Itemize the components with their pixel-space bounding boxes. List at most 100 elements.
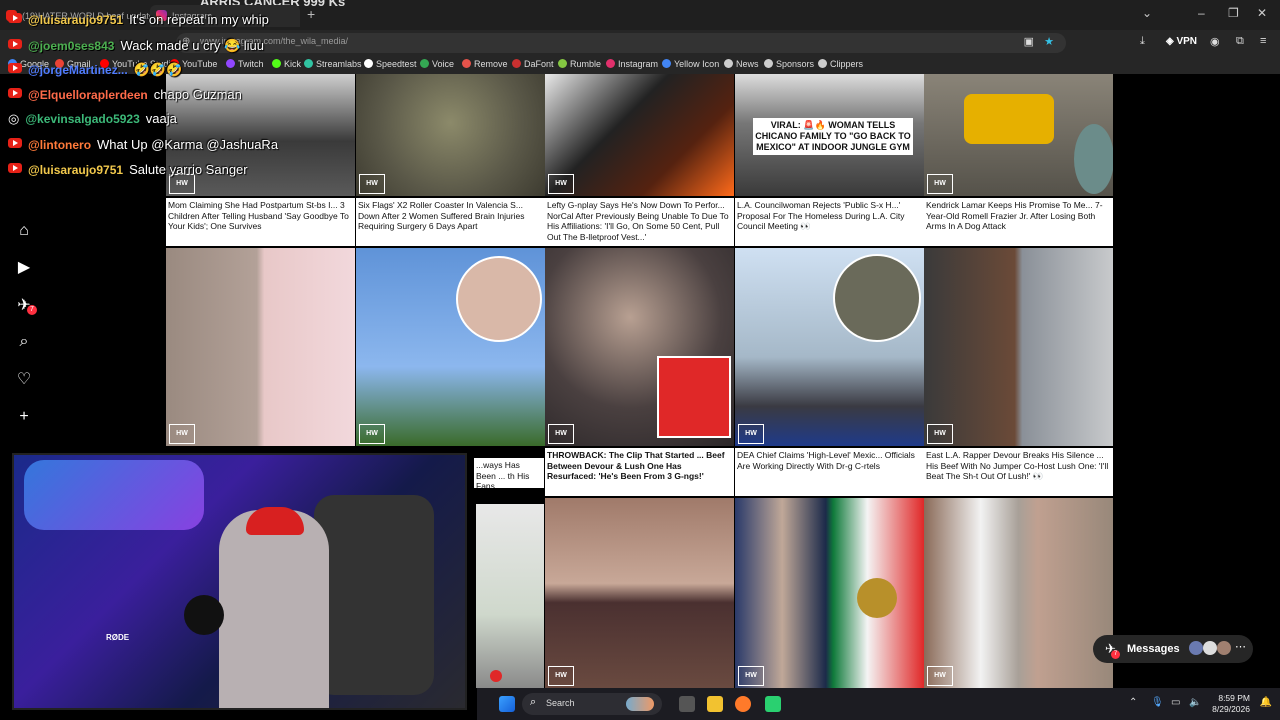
- bookmark-item[interactable]: Remove: [462, 59, 508, 69]
- watermark-logo: HW: [359, 174, 385, 194]
- bookmark-label: News: [736, 59, 759, 69]
- chat-username: @luisaraujo9751: [28, 13, 124, 27]
- bookmark-label: DaFont: [524, 59, 554, 69]
- california-map-inset: [657, 356, 731, 438]
- reels-icon[interactable]: ▶: [15, 259, 33, 277]
- post-caption: L.A. Councilwoman Rejects 'Public S-x H.…: [735, 198, 924, 246]
- notification-icon[interactable]: 🔔: [1260, 697, 1272, 708]
- close-icon[interactable]: ✕: [1257, 6, 1267, 20]
- post-image[interactable]: HW: [356, 74, 545, 196]
- bookmark-item[interactable]: Rumble: [558, 59, 601, 69]
- search-highlight-icon: [626, 697, 654, 711]
- bookmark-item[interactable]: Kick: [272, 59, 301, 69]
- clock-time: 8:59 PM: [1218, 693, 1250, 703]
- bookmark-item[interactable]: Sponsors: [764, 59, 814, 69]
- notification-badge: 7: [27, 305, 37, 315]
- chat-text: 🤣🤣🤣: [133, 62, 183, 77]
- post-image[interactable]: HW: [924, 74, 1113, 196]
- post-image[interactable]: HW: [924, 498, 1113, 688]
- new-tab-button[interactable]: +: [307, 6, 315, 22]
- bookmark-item[interactable]: DaFont: [512, 59, 554, 69]
- chat-username: @jorgeMartinez...: [28, 63, 128, 77]
- bookmark-item[interactable]: Yellow Icon: [662, 59, 719, 69]
- bookmark-item[interactable]: Instagram: [606, 59, 658, 69]
- bookmark-favicon-icon: [512, 59, 521, 68]
- watermark-logo: HW: [548, 666, 574, 686]
- mic-brand-label: RØDE: [106, 633, 130, 642]
- create-icon[interactable]: +: [15, 408, 33, 426]
- watermark-logo: HW: [927, 424, 953, 444]
- chat-message: @luisaraujo9751 Salute yarrio Sanger: [8, 161, 248, 179]
- messages-badge: 7: [1111, 650, 1120, 659]
- taskbar-search[interactable]: ⌕ Search: [522, 693, 662, 715]
- post-caption: Kendrick Lamar Keeps His Promise To Me..…: [924, 198, 1113, 246]
- avatar: [1189, 641, 1203, 655]
- url-field[interactable]: ⊕ www.instagram.com/the_wila_media/ ▣ ★: [176, 33, 1066, 53]
- instagram-icon: ◎: [8, 111, 20, 126]
- chat-username: @kevinsalgado5923: [25, 112, 140, 126]
- vpn-button[interactable]: ◈ VPN: [1166, 36, 1197, 47]
- post-image[interactable]: HW: [735, 498, 924, 688]
- bookmark-favicon-icon: [462, 59, 471, 68]
- bookmark-label: Voice: [432, 59, 455, 69]
- chat-text: What Up @Karma @JashuaRa: [97, 137, 279, 152]
- tray-chevron-icon[interactable]: ⌃: [1129, 697, 1137, 708]
- maximize-icon[interactable]: ❐: [1228, 6, 1239, 20]
- chat-message: @lintonero What Up @Karma @JashuaRa: [8, 136, 278, 154]
- network-icon[interactable]: ▭: [1171, 697, 1180, 708]
- search-icon[interactable]: ⌕: [15, 333, 33, 351]
- windows-taskbar: ⌕ Search ⌃ 🎙 ▭ 🔈 8:59 PM 8/29/2026 🔔: [477, 688, 1280, 720]
- streamer-figure: [219, 510, 329, 708]
- inset-circle: [1074, 124, 1113, 194]
- file-explorer-icon[interactable]: [707, 696, 723, 712]
- mic-tray-icon[interactable]: 🎙: [1151, 697, 1164, 708]
- post-image[interactable]: HW: [166, 248, 355, 446]
- watermark-logo: HW: [359, 424, 385, 444]
- post-image[interactable]: HW: [545, 248, 734, 446]
- taskbar-clock[interactable]: 8:59 PM 8/29/2026: [1212, 693, 1250, 715]
- bookmark-item[interactable]: Voice: [420, 59, 454, 69]
- tab-list-icon[interactable]: ⌄: [1142, 6, 1152, 20]
- screenshot-icon[interactable]: ▣: [1024, 35, 1034, 48]
- menu-icon[interactable]: ≡: [1260, 35, 1266, 47]
- app-icon[interactable]: [765, 696, 781, 712]
- post-image[interactable]: HW: [545, 498, 734, 688]
- download-icon[interactable]: ⤓: [1140, 35, 1145, 48]
- post-image[interactable]: VIRAL: 🚨🔥 WOMAN TELLS CHICANO FAMILY TO …: [735, 74, 924, 196]
- gaming-chair: [314, 495, 434, 695]
- youtube-icon: [8, 13, 22, 23]
- bookmark-item[interactable]: Twitch: [226, 59, 264, 69]
- messages-button[interactable]: ✈ 7 Messages ⋯: [1093, 635, 1253, 663]
- chat-username: @joem0ses843: [28, 39, 115, 53]
- youtube-icon: [8, 138, 22, 148]
- streamer-webcam: RØDE: [12, 453, 467, 710]
- bookmark-label: Rumble: [570, 59, 602, 69]
- minimize-icon[interactable]: –: [1198, 6, 1205, 20]
- home-icon[interactable]: ⌂: [15, 222, 33, 240]
- bookmark-star-icon[interactable]: ★: [1044, 35, 1054, 48]
- bookmark-item[interactable]: Streamlabs: [304, 59, 362, 69]
- post-image[interactable]: [476, 504, 544, 688]
- post-image[interactable]: HW: [924, 248, 1113, 446]
- bookmark-item[interactable]: Speedtest: [364, 59, 417, 69]
- chat-username: @Elquelloraplerdeen: [28, 88, 148, 102]
- post-image[interactable]: HW: [356, 248, 545, 446]
- chat-text: It's on repeat in my whip: [129, 12, 269, 27]
- task-view-icon[interactable]: [679, 696, 695, 712]
- post-image[interactable]: HW: [545, 74, 734, 196]
- bookmark-item[interactable]: Clippers: [818, 59, 863, 69]
- firefox-icon[interactable]: [735, 696, 751, 712]
- bookmark-favicon-icon: [364, 59, 373, 68]
- profile-icon[interactable]: ◉: [1210, 35, 1220, 48]
- watermark-logo: HW: [927, 666, 953, 686]
- extensions-icon[interactable]: ⧉: [1236, 35, 1244, 48]
- post-image[interactable]: HW: [735, 248, 924, 446]
- bookmark-item[interactable]: News: [724, 59, 759, 69]
- volume-icon[interactable]: 🔈: [1189, 697, 1201, 708]
- windows-start-icon[interactable]: [499, 696, 515, 712]
- heart-icon[interactable]: ♡: [15, 371, 33, 389]
- more-icon[interactable]: ⋯: [1235, 640, 1246, 653]
- youtube-icon: [8, 88, 22, 98]
- bookmark-label: Twitch: [238, 59, 264, 69]
- post-caption: ...ways Has Been ... th His Fans: [474, 458, 544, 488]
